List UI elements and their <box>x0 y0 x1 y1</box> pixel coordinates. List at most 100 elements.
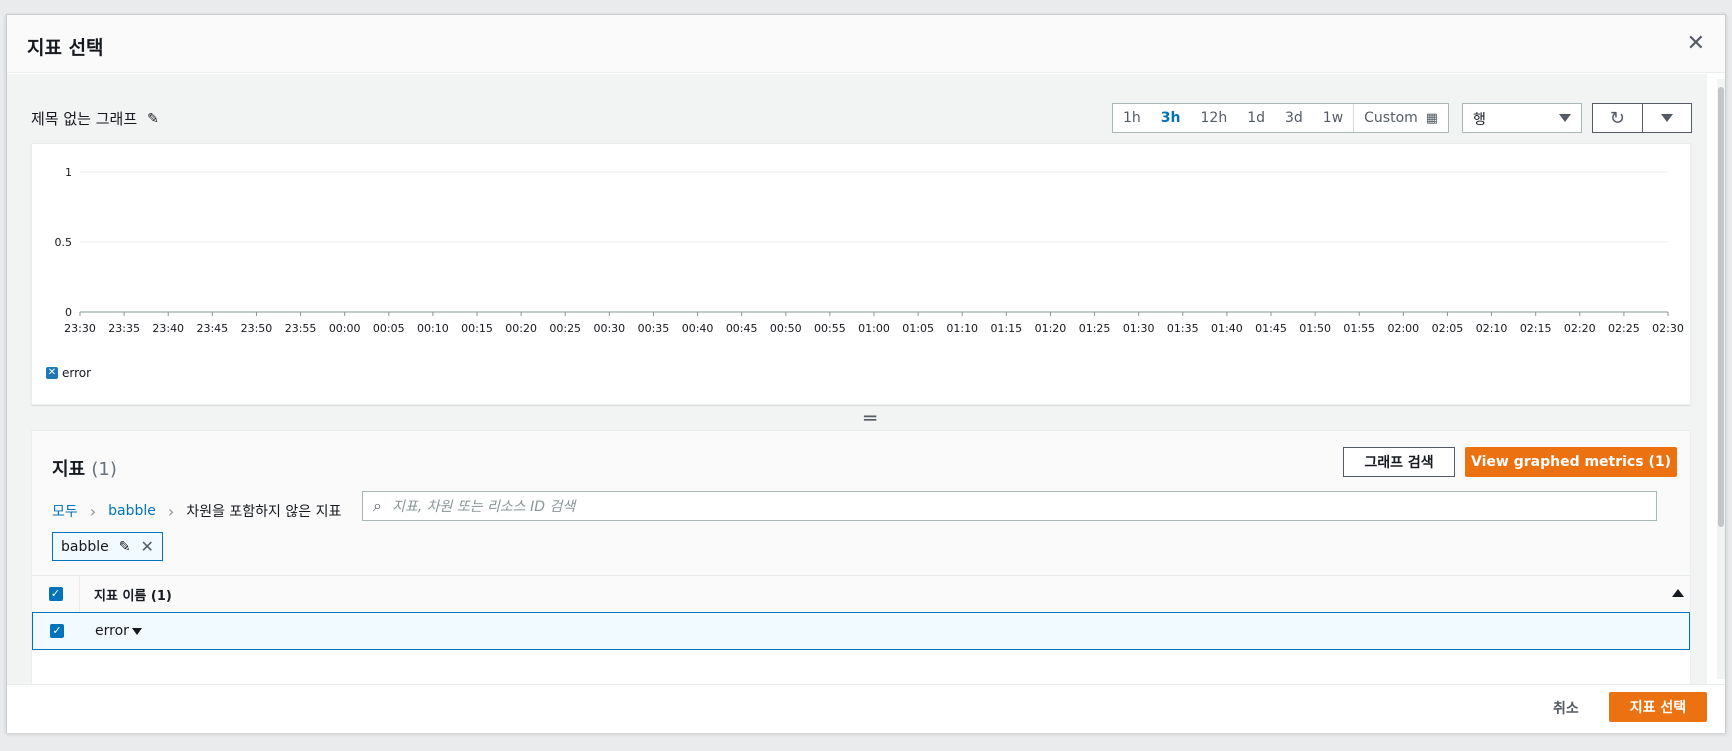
filter-token-label: babble <box>61 538 109 555</box>
x-tick-label: 01:25 <box>1079 322 1111 335</box>
y-tick-label: 0 <box>65 306 72 319</box>
breadcrumb: 모두 › babble › 차원을 포함하지 않은 지표 <box>52 501 341 521</box>
calendar-icon: ▦ <box>1425 110 1439 126</box>
x-tick-label: 02:00 <box>1387 322 1419 335</box>
row-checkbox-cell: ✓ <box>33 624 81 638</box>
graph-type-value: 행 <box>1473 112 1486 128</box>
x-tick-label: 01:05 <box>902 322 934 335</box>
x-tick-label: 00:45 <box>726 322 758 335</box>
select-all-checkbox[interactable]: ✓ <box>48 587 63 601</box>
select-metric-modal: 지표 선택 ✕ 제목 없는 그래프 ✎ 1h 3h 12h 1d 3d 1w C… <box>6 14 1726 733</box>
search-icon: ⌕ <box>373 496 382 515</box>
search-placeholder: 지표, 차원 또는 리소스 ID 검색 <box>391 499 576 515</box>
x-tick-label: 01:55 <box>1343 322 1375 335</box>
time-range-custom[interactable]: Custom ▦ <box>1353 104 1448 132</box>
time-range-3h[interactable]: 3h <box>1151 110 1191 126</box>
remove-icon[interactable]: ✕ <box>140 537 153 556</box>
time-range-12h[interactable]: 12h <box>1191 110 1238 126</box>
time-range-1w[interactable]: 1w <box>1313 110 1353 126</box>
time-range-group: 1h 3h 12h 1d 3d 1w Custom ▦ <box>1112 103 1450 133</box>
x-tick-label: 00:50 <box>770 322 802 335</box>
metrics-title: 지표 (1) <box>52 455 117 481</box>
breadcrumb-namespace[interactable]: babble <box>108 503 156 519</box>
graph-title[interactable]: 제목 없는 그래프 ✎ <box>31 108 159 129</box>
chart-svg: 1 0.5 0 23:30 23:35 23:40 23:45 23:50 23:55 00:00… <box>55 166 1684 335</box>
x-tick-label: 02:15 <box>1520 322 1552 335</box>
metric-name: error <box>95 623 129 639</box>
graph-search-button[interactable]: 그래프 검색 <box>1343 447 1455 477</box>
custom-label: Custom <box>1364 110 1418 126</box>
chevron-right-icon: › <box>89 501 97 521</box>
x-tick-label: 01:20 <box>1035 322 1067 335</box>
graph-type-select[interactable]: 행 <box>1462 103 1582 133</box>
x-tick-label: 00:20 <box>505 322 537 335</box>
x-tick-label: 23:30 <box>64 322 96 335</box>
metric-name-header[interactable]: 지표 이름 (1) <box>80 585 172 604</box>
triangle-down-icon[interactable] <box>131 627 142 635</box>
x-tick-label: 02:05 <box>1432 322 1464 335</box>
legend-label: error <box>62 366 92 380</box>
modal-scrollbar[interactable] <box>1717 79 1725 679</box>
filter-token: babble ✎ ✕ <box>52 532 163 561</box>
modal-title: 지표 선택 <box>27 37 104 59</box>
refresh-icon[interactable]: ↻ <box>1593 104 1642 132</box>
caret-down-icon <box>1559 114 1571 122</box>
x-tick-label: 01:30 <box>1123 322 1155 335</box>
chevron-right-icon: › <box>167 501 175 521</box>
time-range-1h[interactable]: 1h <box>1113 110 1151 126</box>
table-row[interactable]: ✓ error <box>32 612 1690 650</box>
y-tick-label: 1 <box>65 166 72 179</box>
x-tick-label: 00:55 <box>814 322 846 335</box>
x-tick-label: 00:30 <box>593 322 625 335</box>
x-tick-label: 23:45 <box>196 322 228 335</box>
metric-search-input[interactable]: ⌕ 지표, 차원 또는 리소스 ID 검색 <box>362 491 1657 521</box>
x-tick-label: 00:10 <box>417 322 449 335</box>
x-tick-label: 01:10 <box>946 322 978 335</box>
metrics-panel: 지표 (1) 그래프 검색 View graphed metrics (1) 모… <box>31 430 1691 684</box>
y-tick-label: 0.5 <box>55 236 73 249</box>
x-tick-label: 01:35 <box>1167 322 1199 335</box>
x-tick-label: 02:25 <box>1608 322 1640 335</box>
cancel-button[interactable]: 취소 <box>1553 698 1579 718</box>
x-tick-label: 00:35 <box>638 322 670 335</box>
x-tick-label: 01:45 <box>1255 322 1287 335</box>
table-header: ✓ 지표 이름 (1) <box>32 575 1690 613</box>
refresh-button-group: ↻ <box>1592 103 1692 133</box>
time-range-3d[interactable]: 3d <box>1275 110 1313 126</box>
x-tick-label: 02:10 <box>1476 322 1508 335</box>
x-tick-label: 01:00 <box>858 322 890 335</box>
table-empty-area <box>32 650 1690 684</box>
breadcrumb-all[interactable]: 모두 <box>52 501 78 521</box>
x-tick-label: 00:00 <box>329 322 361 335</box>
scrollbar-thumb[interactable] <box>1718 87 1724 527</box>
view-graphed-metrics-button[interactable]: View graphed metrics (1) <box>1465 447 1677 477</box>
select-metric-button[interactable]: 지표 선택 <box>1609 692 1707 722</box>
x-tick-label: 23:55 <box>285 322 317 335</box>
modal-footer: 취소 지표 선택 <box>7 684 1725 733</box>
metrics-title-text: 지표 <box>52 459 86 480</box>
x-tick-label: 23:50 <box>241 322 273 335</box>
time-range-1d[interactable]: 1d <box>1237 110 1275 126</box>
edit-icon[interactable]: ✎ <box>147 111 159 127</box>
chart-legend[interactable]: ✕ error <box>46 366 91 380</box>
caret-down-icon <box>1660 114 1673 122</box>
refresh-options-button[interactable] <box>1641 104 1692 132</box>
row-checkbox[interactable]: ✓ <box>50 624 64 638</box>
metrics-count: (1) <box>91 459 117 480</box>
modal-body: 제목 없는 그래프 ✎ 1h 3h 12h 1d 3d 1w Custom ▦ … <box>7 74 1707 684</box>
x-tick-label: 23:35 <box>108 322 140 335</box>
close-icon[interactable]: ✕ <box>1687 33 1705 55</box>
x-tick-label: 00:40 <box>682 322 714 335</box>
x-tick-label: 01:40 <box>1211 322 1243 335</box>
metric-name-cell: error <box>81 623 142 639</box>
sort-ascending-icon[interactable] <box>1672 589 1684 597</box>
legend-toggle-icon[interactable]: ✕ <box>46 367 58 379</box>
select-all-cell: ✓ <box>32 576 80 612</box>
x-tick-label: 00:05 <box>373 322 405 335</box>
x-tick-label: 02:30 <box>1652 322 1684 335</box>
modal-header: 지표 선택 ✕ <box>7 15 1725 73</box>
resize-handle[interactable]: ═ <box>864 408 876 428</box>
graph-title-text: 제목 없는 그래프 <box>31 110 138 128</box>
x-tick-label: 02:20 <box>1564 322 1596 335</box>
edit-icon[interactable]: ✎ <box>119 539 131 555</box>
